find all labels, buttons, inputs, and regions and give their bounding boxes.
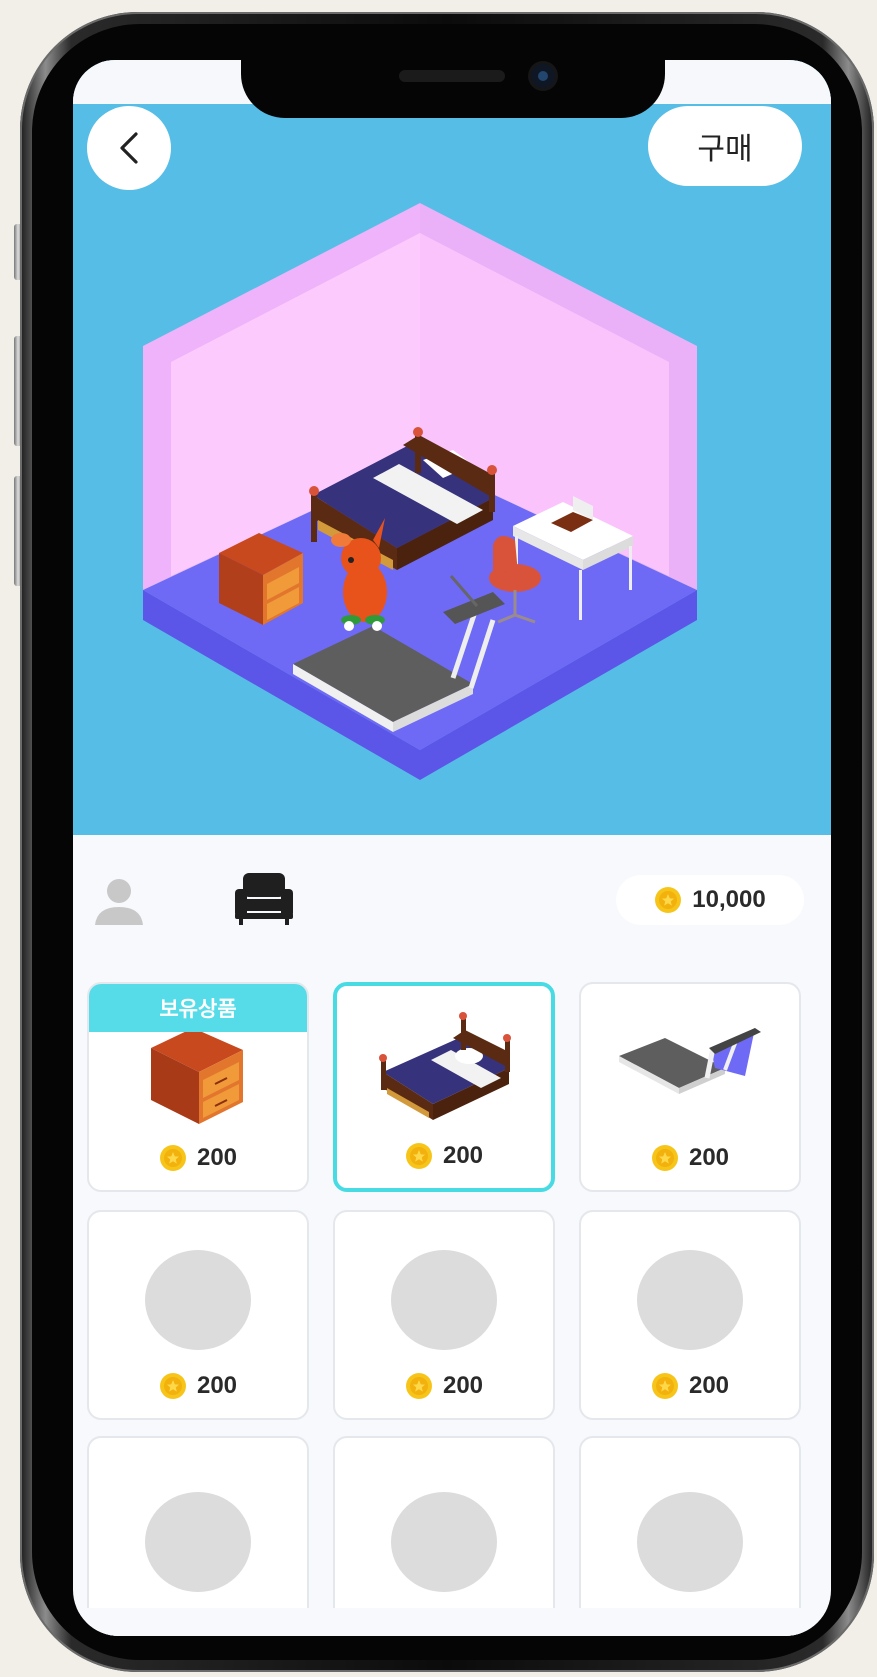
- item-placeholder: [391, 1250, 497, 1350]
- item-card-treadmill[interactable]: 200: [579, 982, 801, 1192]
- item-card[interactable]: 200: [87, 1210, 309, 1420]
- item-placeholder: [637, 1492, 743, 1592]
- item-card[interactable]: 200: [579, 1210, 801, 1420]
- item-price: 200: [89, 1144, 307, 1172]
- item-price-value: 200: [442, 1372, 484, 1399]
- item-price-value: 200: [688, 1144, 730, 1171]
- buy-button[interactable]: 구매: [648, 106, 802, 186]
- isometric-room: [143, 203, 697, 780]
- shop-toolbar: 10,000: [73, 835, 831, 945]
- speaker-grille: [399, 70, 505, 82]
- front-camera: [531, 64, 555, 88]
- item-price: 200: [581, 1372, 799, 1400]
- coin-icon: [651, 1373, 678, 1399]
- item-price-value: 200: [442, 1142, 484, 1169]
- item-price-value: 200: [196, 1372, 238, 1399]
- room-preview: 구매: [73, 60, 831, 835]
- item-price: 200: [89, 1372, 307, 1400]
- coin-icon: [405, 1143, 432, 1169]
- app-screen: 구매 10,000 보유상품 200 200 200 200 200 200: [73, 60, 831, 1636]
- item-placeholder: [145, 1492, 251, 1592]
- phone-notch: [241, 52, 665, 118]
- coin-icon: [655, 887, 682, 913]
- item-card[interactable]: [333, 1436, 555, 1636]
- drawer-icon: [151, 1028, 243, 1124]
- item-card[interactable]: [579, 1436, 801, 1636]
- coin-icon: [405, 1373, 432, 1399]
- treadmill-icon: [619, 1028, 761, 1094]
- chevron-left-icon: [120, 132, 138, 164]
- item-price: 200: [337, 1142, 551, 1170]
- item-placeholder: [637, 1250, 743, 1350]
- sofa-icon[interactable]: [233, 869, 295, 925]
- item-price-value: 200: [688, 1372, 730, 1399]
- avatar-icon[interactable]: [91, 873, 147, 929]
- owned-badge: 보유상품: [89, 984, 307, 1032]
- item-placeholder: [391, 1492, 497, 1592]
- coin-balance: 10,000: [616, 875, 804, 925]
- item-card-drawer[interactable]: 보유상품 200: [87, 982, 309, 1192]
- item-price: 200: [581, 1144, 799, 1172]
- coin-icon: [159, 1373, 186, 1399]
- item-card-bed[interactable]: 200: [333, 982, 555, 1192]
- item-placeholder: [145, 1250, 251, 1350]
- coin-icon: [651, 1145, 678, 1171]
- coin-icon: [159, 1145, 186, 1171]
- item-price: 200: [335, 1372, 553, 1400]
- bottom-edge: [73, 1608, 831, 1636]
- item-card[interactable]: [87, 1436, 309, 1636]
- back-button[interactable]: [87, 106, 171, 190]
- bed-icon: [379, 1012, 511, 1120]
- item-card[interactable]: 200: [333, 1210, 555, 1420]
- coin-balance-value: 10,000: [692, 886, 766, 913]
- item-price-value: 200: [196, 1144, 238, 1171]
